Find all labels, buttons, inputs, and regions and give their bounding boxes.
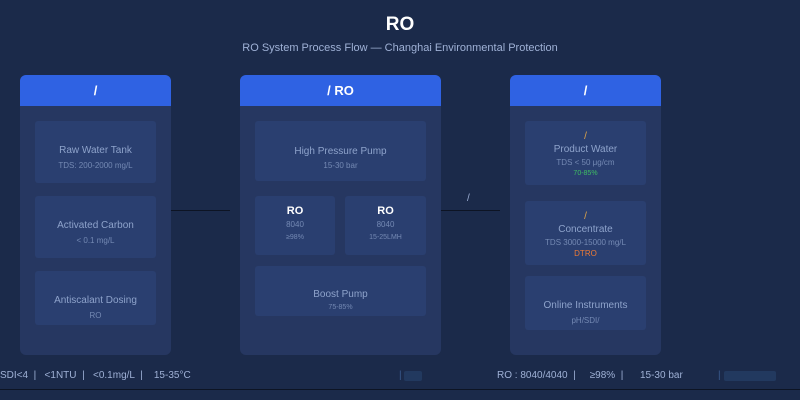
- activated-carbon-label: Activated Carbon: [57, 220, 134, 231]
- page-title: RO: [385, 14, 415, 35]
- concentrate-label: Concentrate: [558, 224, 613, 235]
- footer-left-separator: |: [399, 370, 402, 381]
- footer-divider: [0, 389, 800, 390]
- ro-membrane-2-model: 8040: [376, 220, 395, 229]
- footer-right-specs: RO : 8040/4040 | ≥98% | 15-30 bar: [497, 370, 683, 381]
- antiscalant-dosing-label: Antiscalant Dosing: [54, 295, 137, 306]
- concentrate-note: DTRO: [574, 249, 597, 258]
- ro-system-panel-title: / RO: [240, 75, 441, 106]
- antiscalant-dosing-box[interactable]: Antiscalant Dosing RO: [35, 271, 156, 325]
- online-instruments-label: Online Instruments: [543, 300, 628, 311]
- product-water-spec: TDS < 50 μg/cm: [556, 158, 615, 167]
- concentrate-mark: /: [584, 211, 587, 222]
- raw-water-tank-label: Raw Water Tank: [59, 145, 132, 156]
- product-water-label: Product Water: [553, 144, 618, 155]
- footer-right-separator: |: [718, 370, 721, 381]
- product-water-box[interactable]: / Product Water TDS < 50 μg/cm 70-85%: [525, 121, 646, 185]
- ro-membrane-2-label: RO: [377, 205, 394, 217]
- output-panel-title: /: [510, 75, 661, 106]
- product-water-mark: /: [584, 131, 587, 142]
- ro-membrane-2-spec: 15-25LMH: [369, 234, 402, 241]
- raw-water-tank-box[interactable]: Raw Water Tank TDS: 200-2000 mg/L: [35, 121, 156, 183]
- connector-left-middle: [171, 210, 230, 211]
- ro-membrane-1-model: 8040: [286, 220, 304, 229]
- online-instruments-spec: pH/SDI/: [571, 316, 600, 325]
- high-pressure-pump-box[interactable]: High Pressure Pump 15-30 bar: [255, 121, 426, 181]
- footer-left-specs: SDI<4 | <1NTU | <0.1mg/L | 15-35°C: [0, 370, 191, 381]
- ro-membrane-1-box[interactable]: RO 8040 ≥98%: [255, 196, 335, 255]
- ro-membrane-1-label: RO: [286, 205, 304, 217]
- concentrate-spec: TDS 3000-15000 mg/L: [545, 238, 626, 247]
- connector-label: /: [467, 193, 470, 204]
- ro-membrane-1-spec: ≥98%: [286, 234, 304, 241]
- concentrate-box[interactable]: / Concentrate TDS 3000-15000 mg/L DTRO: [525, 201, 646, 265]
- ro-membrane-2-box[interactable]: RO 8040 15-25LMH: [345, 196, 426, 255]
- boost-pump-box[interactable]: Boost Pump 75-85%: [255, 266, 426, 316]
- footer-left-placeholder: [404, 371, 422, 381]
- footer-right-placeholder: [724, 371, 776, 381]
- activated-carbon-box[interactable]: Activated Carbon < 0.1 mg/L: [35, 196, 156, 258]
- antiscalant-dosing-spec: RO: [89, 311, 102, 320]
- high-pressure-pump-spec: 15-30 bar: [323, 161, 358, 170]
- pretreatment-panel-title: /: [20, 75, 171, 106]
- product-water-recovery: 70-85%: [573, 170, 598, 177]
- high-pressure-pump-label: High Pressure Pump: [294, 146, 387, 157]
- raw-water-tank-spec: TDS: 200-2000 mg/L: [58, 161, 133, 170]
- online-instruments-box[interactable]: Online Instruments pH/SDI/: [525, 276, 646, 330]
- boost-pump-spec: 75-85%: [328, 304, 353, 311]
- boost-pump-label: Boost Pump: [313, 289, 368, 300]
- activated-carbon-spec: < 0.1 mg/L: [76, 236, 115, 245]
- page-subtitle: RO System Process Flow — Changhai Enviro…: [242, 42, 558, 54]
- connector-middle-right: [441, 210, 500, 211]
